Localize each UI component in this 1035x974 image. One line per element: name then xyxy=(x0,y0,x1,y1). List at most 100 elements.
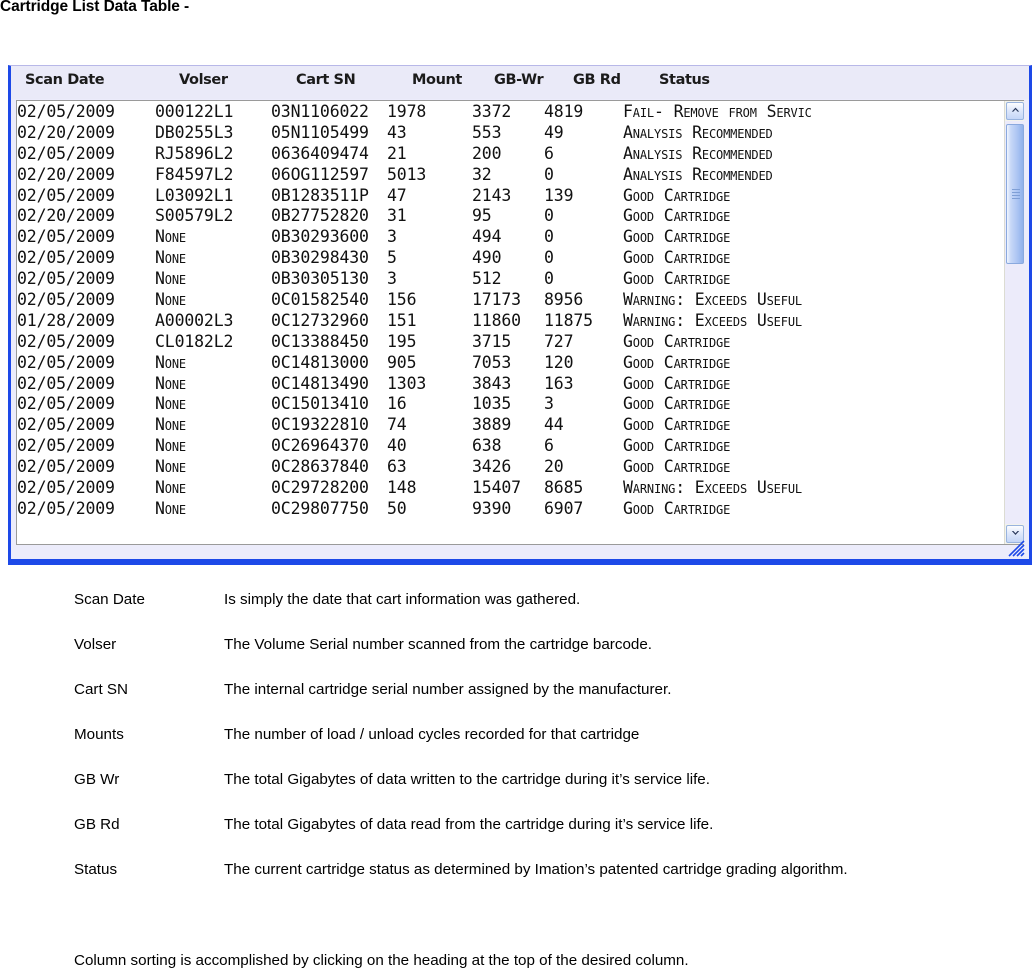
scrollbar-grip-icon xyxy=(1012,189,1020,199)
scrollbar-thumb[interactable] xyxy=(1006,124,1024,264)
column-header-cart-sn[interactable]: Cart SN xyxy=(296,72,356,88)
cell-cart-sn: 0B30305130 xyxy=(271,269,369,289)
cell-status: Warning: Exceeds Useful xyxy=(623,478,802,498)
cell-cart-sn: 06OG112597 xyxy=(271,164,369,184)
cell-scan-date: 02/05/2009 xyxy=(17,373,115,393)
table-row[interactable]: 02/05/2009 None 0B30305130 3 512 0 Good Cartri… xyxy=(17,269,1004,290)
vertical-scrollbar[interactable] xyxy=(1004,101,1024,544)
cell-gb-wr: 3843 xyxy=(472,373,512,393)
cell-gb-rd: 120 xyxy=(544,352,574,372)
table-row[interactable]: 02/05/2009 None 0B30293600 3 494 0 Good Cartri… xyxy=(17,227,1004,248)
cell-gb-rd: 20 xyxy=(544,457,564,477)
cell-gb-rd: 0 xyxy=(544,227,554,247)
cell-gb-wr: 2143 xyxy=(472,185,512,205)
column-header-scan-date[interactable]: Scan Date xyxy=(25,72,105,88)
cell-scan-date: 02/05/2009 xyxy=(17,331,115,351)
table-row[interactable]: 02/05/2009 L03092L1 0B1283511P 47 2143 139 Goo… xyxy=(17,186,1004,207)
cell-cart-sn: 0B30293600 xyxy=(271,227,369,247)
table-row[interactable]: 02/05/2009 None 0C15013410 16 1035 3 Good Cart… xyxy=(17,394,1004,415)
column-header-gb-rd[interactable]: GB Rd xyxy=(573,72,621,88)
table-row[interactable]: 02/05/2009 CL0182L2 0C13388450 195 3715 727 Go… xyxy=(17,332,1004,353)
cell-mount: 21 xyxy=(387,143,407,163)
cell-gb-rd: 139 xyxy=(544,185,574,205)
table-row[interactable]: 02/05/2009 000122L1 03N1106022 1978 3372 4819… xyxy=(17,102,1004,123)
table-row[interactable]: 02/20/2009 S00579L2 0B27752820 31 95 0 Good Ca… xyxy=(17,206,1004,227)
cell-gb-rd: 163 xyxy=(544,373,574,393)
definition-description: The total Gigabytes of data written to t… xyxy=(224,771,710,789)
cell-scan-date: 02/05/2009 xyxy=(17,394,115,414)
cell-status: Good Cartridge xyxy=(623,352,731,372)
chevron-down-icon xyxy=(1011,531,1019,535)
table-row[interactable]: 02/05/2009 None 0C14813000 905 7053 120 Good C… xyxy=(17,353,1004,374)
cell-scan-date: 02/20/2009 xyxy=(17,122,115,142)
column-header-volser[interactable]: Volser xyxy=(179,72,228,88)
table-row[interactable]: 02/05/2009 None 0C14813490 1303 3843 163 Good … xyxy=(17,374,1004,395)
cell-gb-wr: 3889 xyxy=(472,415,512,435)
table-row[interactable]: 01/28/2009 A00002L3 0C12732960 151 11860 1187… xyxy=(17,311,1004,332)
scrollbar-track[interactable] xyxy=(1005,121,1024,524)
table-row[interactable]: 02/05/2009 None 0C01582540 156 17173 8956 Warn… xyxy=(17,290,1004,311)
cell-mount: 47 xyxy=(387,185,407,205)
cell-status: Good Cartridge xyxy=(623,498,731,518)
column-header-row: Scan Date Volser Cart SN Mount GB-Wr GB … xyxy=(11,66,1029,99)
cell-cart-sn: 0C15013410 xyxy=(271,394,369,414)
closing-note: Column sorting is accomplished by clicki… xyxy=(74,952,689,969)
definition-row: Cart SN The internal cartridge serial num… xyxy=(74,680,1024,700)
column-definitions-list: Scan Date Is simply the date that cart in… xyxy=(74,590,1024,905)
cell-cart-sn: 0C14813000 xyxy=(271,352,369,372)
table-row[interactable]: 02/05/2009 None 0B30298430 5 490 0 Good Cartri… xyxy=(17,248,1004,269)
chevron-up-icon xyxy=(1011,107,1019,112)
cell-gb-wr: 512 xyxy=(472,269,502,289)
column-header-mount[interactable]: Mount xyxy=(412,72,462,88)
table-row[interactable]: 02/05/2009 None 0C29728200 148 15407 8685 Warn… xyxy=(17,478,1004,499)
cell-gb-wr: 638 xyxy=(472,436,502,456)
definition-term: Cart SN xyxy=(74,681,129,699)
definition-term: Status xyxy=(74,861,118,879)
cell-volser: None xyxy=(155,227,187,247)
cell-gb-rd: 8685 xyxy=(544,478,584,498)
cell-mount: 148 xyxy=(387,478,417,498)
cell-cart-sn: 0C26964370 xyxy=(271,436,369,456)
cell-status: Analysis Recommended xyxy=(623,164,773,184)
cell-volser: None xyxy=(155,478,187,498)
cell-volser: DB0255L3 xyxy=(155,122,234,142)
cell-volser: None xyxy=(155,498,187,518)
cell-volser: F84597L2 xyxy=(155,164,234,184)
cell-status: Good Cartridge xyxy=(623,248,731,268)
table-row[interactable]: 02/05/2009 None 0C28637840 63 3426 20 Good Car… xyxy=(17,457,1004,478)
table-row[interactable]: 02/20/2009 F84597L2 06OG112597 5013 32 0 Analy… xyxy=(17,165,1004,186)
cell-cart-sn: 05N1105499 xyxy=(271,122,369,142)
scroll-up-button[interactable] xyxy=(1006,102,1024,120)
cell-gb-rd: 4819 xyxy=(544,102,584,121)
table-row[interactable]: 02/05/2009 None 0C29807750 50 9390 6907 Good C… xyxy=(17,499,1004,520)
column-header-gb-wr[interactable]: GB-Wr xyxy=(494,72,544,88)
column-header-status[interactable]: Status xyxy=(659,72,710,88)
cell-mount: 195 xyxy=(387,331,417,351)
cell-cart-sn: 03N1106022 xyxy=(271,102,369,121)
cell-volser: None xyxy=(155,352,187,372)
table-row[interactable]: 02/20/2009 DB0255L3 05N1105499 43 553 49 Analy… xyxy=(17,123,1004,144)
cell-mount: 905 xyxy=(387,352,417,372)
cell-volser: None xyxy=(155,436,187,456)
cell-scan-date: 02/05/2009 xyxy=(17,143,115,163)
definition-row: Volser The Volume Serial number scanned f… xyxy=(74,635,1024,655)
table-row[interactable]: 02/05/2009 RJ5896L2 0636409474 21 200 6 Analys… xyxy=(17,144,1004,165)
cell-mount: 74 xyxy=(387,415,407,435)
cell-volser: None xyxy=(155,373,187,393)
definition-description: The Volume Serial number scanned from th… xyxy=(224,636,653,654)
cell-gb-rd: 49 xyxy=(544,122,564,142)
table-row[interactable]: 02/05/2009 None 0C19322810 74 3889 44 Good Car… xyxy=(17,415,1004,436)
cell-cart-sn: 0636409474 xyxy=(271,143,369,163)
cell-mount: 156 xyxy=(387,290,417,310)
cell-volser: None xyxy=(155,248,187,268)
cell-gb-wr: 494 xyxy=(472,227,502,247)
resize-grip-icon[interactable] xyxy=(1007,539,1025,557)
cell-status: Good Cartridge xyxy=(623,415,731,435)
cell-gb-wr: 9390 xyxy=(472,498,512,518)
definition-term: Scan Date xyxy=(74,591,145,608)
cell-gb-rd: 0 xyxy=(544,206,554,226)
cell-cart-sn: 0C19322810 xyxy=(271,415,369,435)
cell-scan-date: 02/05/2009 xyxy=(17,457,115,477)
table-row[interactable]: 02/05/2009 None 0C26964370 40 638 6 Good Cartr… xyxy=(17,436,1004,457)
cell-scan-date: 02/05/2009 xyxy=(17,436,115,456)
